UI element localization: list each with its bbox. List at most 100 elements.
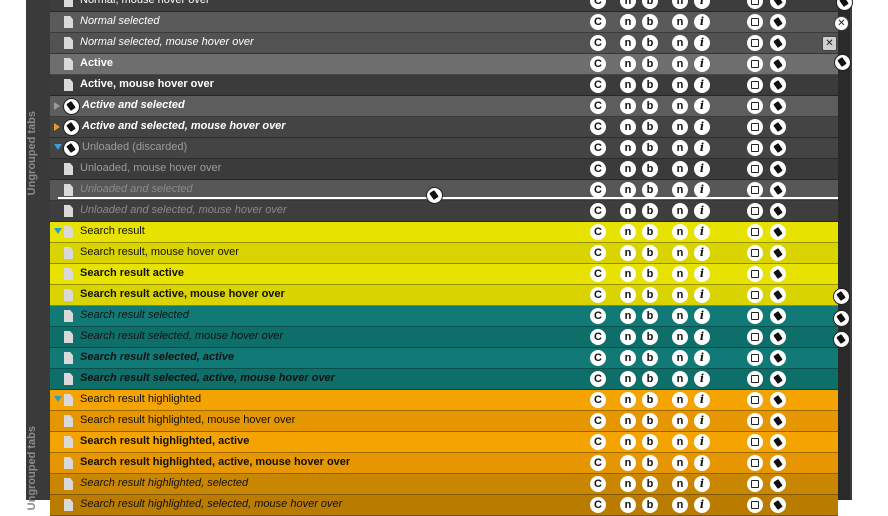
select-checkbox-icon[interactable] — [747, 56, 763, 72]
tab-row[interactable]: Normal selected Cn b n i — [50, 12, 838, 33]
n-icon: n — [672, 308, 688, 324]
expand-down-icon[interactable] — [54, 144, 62, 150]
tab-row[interactable]: Search result selected, active, mouse ho… — [50, 369, 838, 390]
select-checkbox-icon[interactable] — [747, 203, 763, 219]
select-checkbox-icon[interactable] — [747, 308, 763, 324]
select-checkbox-icon[interactable] — [747, 371, 763, 387]
sound-icon[interactable] — [770, 35, 786, 51]
select-checkbox-icon[interactable] — [747, 161, 763, 177]
sound-icon[interactable] — [770, 266, 786, 282]
select-checkbox-icon[interactable] — [747, 35, 763, 51]
tab-row[interactable]: Active, mouse hover over Cn b n i — [50, 75, 838, 96]
sound-icon[interactable] — [770, 287, 786, 303]
sound-icon[interactable] — [770, 308, 786, 324]
sound-icon[interactable] — [770, 413, 786, 429]
select-checkbox-icon[interactable] — [747, 287, 763, 303]
sound-icon[interactable] — [770, 329, 786, 345]
select-checkbox-icon[interactable] — [747, 497, 763, 513]
group-sidebar-top[interactable]: Ungrouped tabs — [26, 0, 50, 285]
page-icon — [64, 352, 73, 364]
select-checkbox-icon[interactable] — [747, 434, 763, 450]
sound-icon[interactable] — [770, 140, 786, 156]
sound-icon[interactable] — [770, 392, 786, 408]
sound-icon[interactable] — [770, 98, 786, 114]
expand-down-icon[interactable] — [54, 396, 62, 402]
select-checkbox-icon[interactable] — [747, 77, 763, 93]
b-icon: b — [642, 392, 658, 408]
sound-icon[interactable] — [833, 331, 850, 348]
sound-icon[interactable] — [770, 182, 786, 198]
sound-icon[interactable] — [770, 77, 786, 93]
select-checkbox-icon[interactable] — [747, 14, 763, 30]
tab-row[interactable]: Search result selected Cn b n i — [50, 306, 838, 327]
select-checkbox-icon[interactable] — [747, 224, 763, 240]
tab-row[interactable]: Active Cn b n i — [50, 54, 838, 75]
tab-row[interactable]: Normal selected, mouse hover over Cn b n i — [50, 33, 838, 54]
sound-icon[interactable] — [770, 119, 786, 135]
group-sidebar-bottom[interactable]: Ungrouped tabs — [26, 288, 50, 510]
n-icon: n — [620, 476, 636, 492]
sound-icon[interactable] — [770, 0, 786, 9]
sound-icon[interactable] — [770, 371, 786, 387]
info-icon: i — [694, 56, 710, 72]
tab-row[interactable]: Search result highlighted, mouse hover o… — [50, 411, 838, 432]
sound-icon[interactable] — [770, 56, 786, 72]
tab-row[interactable]: Normal, mouse hover over Cn b n i — [50, 0, 838, 12]
tab-row[interactable]: Search result active Cn b n i — [50, 264, 838, 285]
tab-row[interactable]: Unloaded and selected, mouse hover over C… — [50, 201, 838, 222]
sound-icon[interactable] — [770, 14, 786, 30]
tab-row[interactable]: Search result highlighted Cn b n i — [50, 390, 838, 411]
expand-right-icon[interactable] — [54, 123, 60, 131]
select-checkbox-icon[interactable] — [747, 182, 763, 198]
tab-row[interactable]: Search result highlighted, active Cn b n i — [50, 432, 838, 453]
n-icon: n — [620, 98, 636, 114]
sound-icon[interactable] — [770, 203, 786, 219]
tab-row[interactable]: Unloaded, mouse hover over Cn b n i — [50, 159, 838, 180]
select-checkbox-icon[interactable] — [747, 476, 763, 492]
sound-icon[interactable] — [63, 140, 80, 157]
select-checkbox-icon[interactable] — [747, 140, 763, 156]
tab-row[interactable]: Search result Cn b n i — [50, 222, 838, 243]
select-checkbox-icon[interactable] — [747, 455, 763, 471]
close-tab-icon[interactable]: ✕ — [822, 36, 837, 51]
tab-row[interactable]: Unloaded (discarded) Cn b n i — [50, 138, 838, 159]
sound-icon[interactable] — [770, 161, 786, 177]
sound-icon[interactable] — [833, 310, 850, 327]
tab-row[interactable]: Search result highlighted, selected Cn b n i — [50, 474, 838, 495]
sound-icon[interactable] — [833, 288, 850, 305]
info-icon: i — [694, 14, 710, 30]
select-checkbox-icon[interactable] — [747, 98, 763, 114]
tab-row[interactable]: Search result highlighted, selected, mou… — [50, 495, 838, 516]
tab-row[interactable]: Search result, mouse hover over Cn b n i — [50, 243, 838, 264]
select-checkbox-icon[interactable] — [747, 266, 763, 282]
tab-row[interactable]: Search result active, mouse hover over Cn… — [50, 285, 838, 306]
select-checkbox-icon[interactable] — [747, 329, 763, 345]
select-checkbox-icon[interactable] — [747, 0, 763, 9]
sound-icon[interactable] — [770, 434, 786, 450]
sound-icon[interactable] — [770, 224, 786, 240]
sound-icon[interactable] — [770, 455, 786, 471]
select-checkbox-icon[interactable] — [747, 392, 763, 408]
tab-row[interactable]: Active and selected Cn b n i — [50, 96, 838, 117]
select-checkbox-icon[interactable] — [747, 413, 763, 429]
sound-icon[interactable] — [770, 497, 786, 513]
expand-right-icon[interactable] — [54, 102, 60, 110]
sound-icon[interactable] — [63, 119, 80, 136]
sound-icon[interactable] — [834, 54, 851, 71]
sound-icon[interactable] — [770, 350, 786, 366]
tab-row[interactable]: Search result selected, mouse hover over… — [50, 327, 838, 348]
sound-icon[interactable] — [63, 98, 80, 115]
tab-row[interactable]: Search result highlighted, active, mouse… — [50, 453, 838, 474]
page-icon — [64, 394, 73, 406]
close-icon[interactable]: ✕ — [834, 16, 849, 31]
scrollbar[interactable] — [838, 0, 850, 500]
tab-row[interactable]: Search result selected, active Cn b n i — [50, 348, 838, 369]
select-checkbox-icon[interactable] — [747, 350, 763, 366]
sound-icon[interactable] — [770, 245, 786, 261]
expand-down-icon[interactable] — [54, 228, 62, 234]
select-checkbox-icon[interactable] — [747, 245, 763, 261]
n-icon: n — [620, 455, 636, 471]
tab-row[interactable]: Active and selected, mouse hover over Cn b… — [50, 117, 838, 138]
select-checkbox-icon[interactable] — [747, 119, 763, 135]
sound-icon[interactable] — [770, 476, 786, 492]
